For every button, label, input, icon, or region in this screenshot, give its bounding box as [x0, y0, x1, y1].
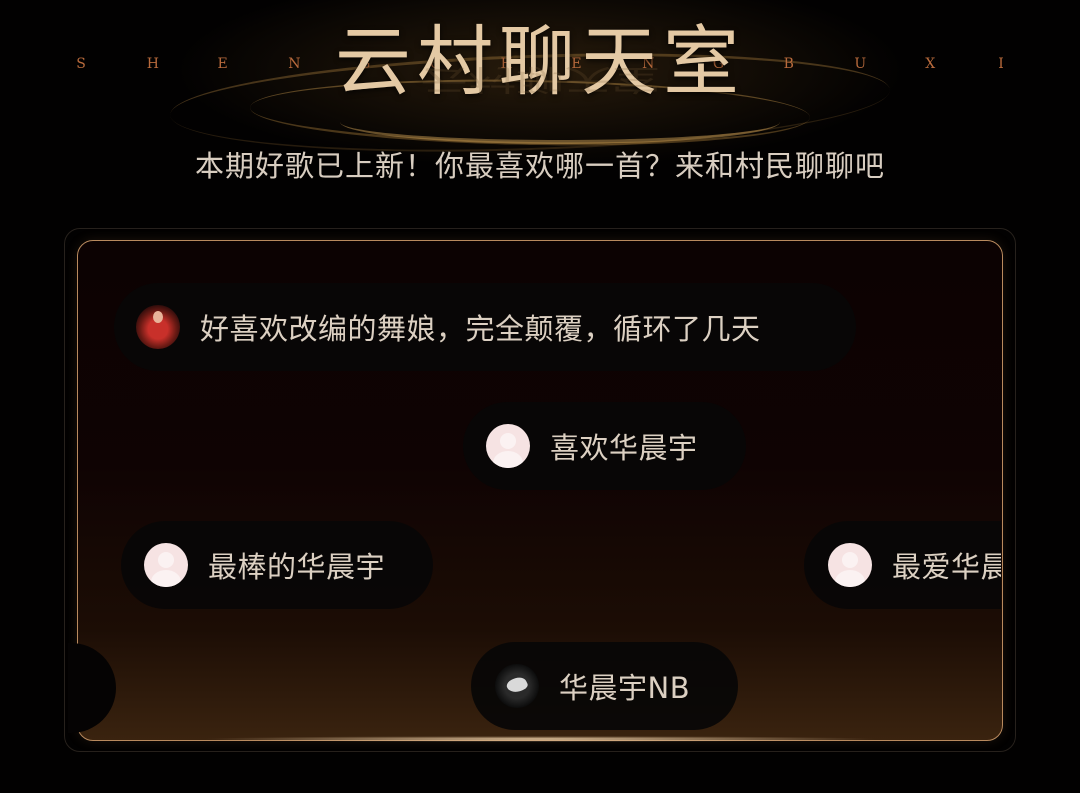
chat-bubble[interactable]: 最爱华晨宇	[804, 521, 1001, 609]
chat-message-text: 最爱华晨宇	[892, 550, 1001, 584]
user-avatar[interactable]	[495, 664, 539, 708]
frame-bottom-glow	[200, 736, 880, 742]
chat-bubble[interactable]: 好喜欢改编的舞娘，完全颠覆，循环了几天	[114, 283, 856, 371]
chat-message-text: 华晨宇NB	[559, 671, 691, 705]
chat-message-text: 好喜欢改编的舞娘，完全颠覆，循环了几天	[200, 312, 761, 346]
chat-bubble[interactable]: 华晨宇NB	[471, 642, 738, 730]
user-avatar[interactable]	[486, 424, 530, 468]
page-subtitle: 本期好歌已上新！你最喜欢哪一首？来和村民聊聊吧	[194, 149, 885, 183]
chatroom-page: S H E N G C H E N G B U X I 云村聊天室 云村聊天室 …	[0, 0, 1080, 793]
user-avatar[interactable]	[828, 543, 872, 587]
chat-message-text: 喜欢华晨宇	[550, 431, 698, 465]
chat-bubble-clip: 最爱华晨宇	[78, 500, 1001, 630]
chat-bubble[interactable]: 喜欢华晨宇	[463, 402, 746, 490]
user-avatar[interactable]	[136, 305, 180, 349]
page-title: 云村聊天室	[335, 17, 745, 106]
